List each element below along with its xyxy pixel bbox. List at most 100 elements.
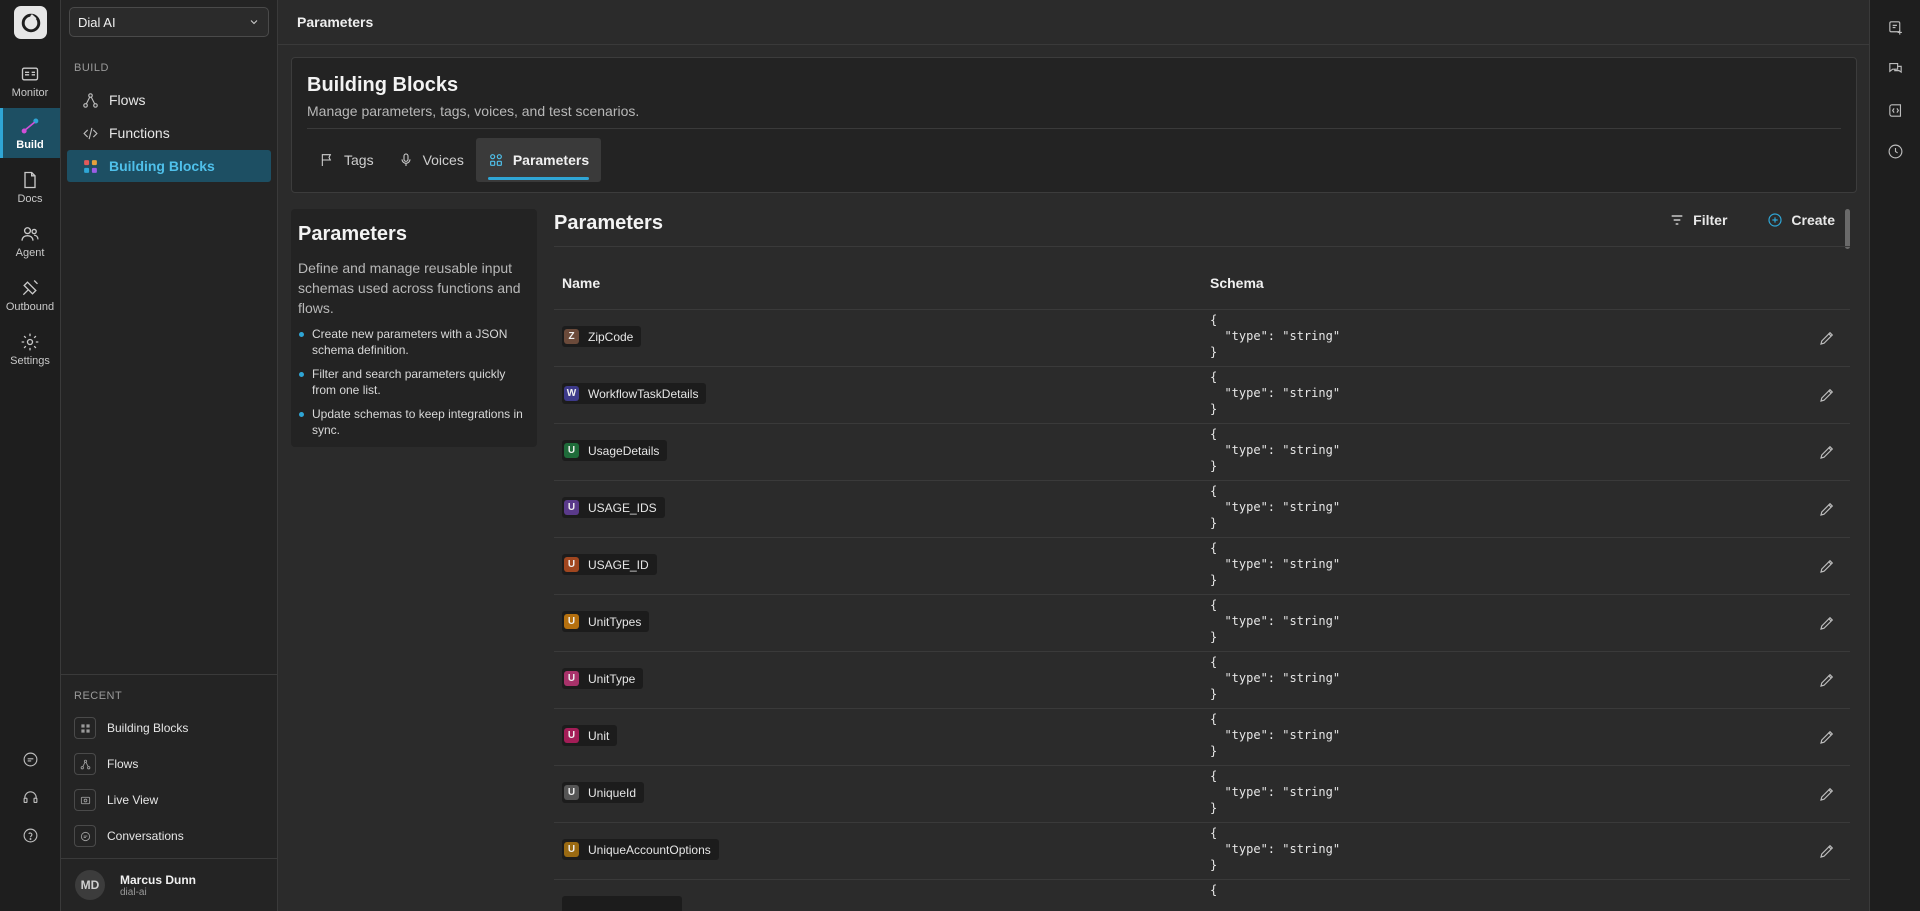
parameter-schema: { "type": "string" } [1210, 712, 1341, 758]
app-logo[interactable] [14, 6, 47, 39]
edit-pencil-icon[interactable] [1818, 671, 1836, 689]
filter-button[interactable]: Filter [1669, 212, 1727, 228]
filter-label: Filter [1693, 212, 1728, 228]
parameter-name-chip[interactable] [562, 896, 682, 911]
parameter-name: USAGE_IDS [588, 500, 657, 515]
tab-tags[interactable]: Tags [307, 138, 386, 182]
parameter-name-chip[interactable]: U UnitType [562, 668, 644, 689]
workspace-selector[interactable]: Dial AI [69, 7, 269, 37]
table-row[interactable]: U USAGE_IDS { "type": "string" } [554, 480, 1850, 537]
rail-chat-button[interactable] [0, 744, 60, 774]
right-rail-assistant-button[interactable] [1870, 12, 1920, 42]
header-divider [307, 128, 1841, 129]
sidebar-item-label: Flows [109, 92, 146, 108]
sidebar-item-functions[interactable]: Functions [67, 117, 271, 149]
rail-support-button[interactable] [0, 782, 60, 812]
rail-outbound-label: Outbound [5, 300, 55, 313]
recent-section-label: RECENT [74, 690, 123, 702]
rail-build[interactable]: Build [0, 108, 60, 158]
edit-pencil-icon[interactable] [1818, 386, 1836, 404]
parameter-letter-badge: U [564, 443, 579, 458]
parameter-name-chip[interactable]: U UniqueId [562, 782, 645, 803]
parameter-name: Unit [588, 728, 610, 743]
parameter-name-chip[interactable]: U USAGE_ID [562, 554, 657, 575]
rail-docs[interactable]: Docs [0, 162, 60, 212]
gear-icon [21, 333, 39, 350]
sidebar-item-flows[interactable]: Flows [67, 84, 271, 116]
rail-help-button[interactable] [0, 820, 60, 850]
parameter-name-chip[interactable]: U UniqueAccountOptions [562, 839, 719, 860]
edit-pencil-icon[interactable] [1818, 728, 1836, 746]
recent-item-conversations[interactable]: Conversations [74, 823, 264, 849]
user-profile[interactable]: MD Marcus Dunn dial-ai [75, 870, 196, 900]
recent-item-live-view[interactable]: Live View [74, 787, 264, 813]
edit-pencil-icon[interactable] [1818, 785, 1836, 803]
flag-icon [321, 154, 332, 166]
assistant-icon [1888, 20, 1902, 35]
parameter-name: UniqueAccountOptions [588, 842, 711, 857]
edit-pencil-icon[interactable] [1818, 842, 1836, 860]
edit-pencil-icon[interactable] [1818, 500, 1836, 518]
edit-pencil-icon[interactable] [1818, 329, 1836, 347]
recent-item-flows[interactable]: Flows [74, 751, 264, 777]
recent-icon-box [74, 753, 96, 775]
list-divider [554, 246, 1850, 247]
table-row[interactable]: W WorkflowTaskDetails { "type": "string" } [554, 366, 1850, 423]
filter-icon [1671, 215, 1683, 225]
table-row[interactable]: U UniqueAccountOptions { "type": "string" … [554, 822, 1850, 879]
table-row[interactable]: U UnitType { "type": "string" } [554, 651, 1850, 708]
tab-label: Parameters [512, 152, 590, 168]
flows-icon [83, 92, 98, 108]
table-row[interactable]: U UsageDetails { "type": "string" } [554, 423, 1850, 480]
right-rail-history-button[interactable] [1870, 136, 1920, 166]
tab-parameters[interactable]: Parameters [475, 138, 602, 182]
parameter-name-chip[interactable]: W WorkflowTaskDetails [562, 383, 707, 404]
rail-monitor[interactable]: Monitor [0, 56, 60, 106]
blocks-icon [80, 723, 90, 733]
parameter-schema: { "type": "string" } [1210, 655, 1341, 701]
right-rail-code-button[interactable] [1870, 95, 1920, 125]
edit-pencil-icon[interactable] [1818, 614, 1836, 632]
parameter-name: USAGE_ID [588, 557, 649, 572]
table-row[interactable]: U Unit { "type": "string" } [554, 708, 1850, 765]
column-header-schema[interactable]: Schema [1210, 275, 1264, 291]
parameter-letter-badge: Z [564, 329, 579, 344]
sidebar-item-building-blocks[interactable]: Building Blocks [67, 150, 271, 182]
table-row[interactable]: Z ZipCode { "type": "string" } [554, 309, 1850, 366]
table-row[interactable]: { [554, 879, 1850, 911]
rail-settings[interactable]: Settings [0, 324, 60, 374]
rail-outbound[interactable]: Outbound [0, 270, 60, 320]
chat-icon [80, 831, 90, 841]
info-bullet: Update schemas to keep integrations in s… [298, 406, 530, 438]
parameter-name: ZipCode [588, 329, 634, 344]
edit-pencil-icon[interactable] [1818, 557, 1836, 575]
tab-voices[interactable]: Voices [386, 138, 476, 182]
parameter-name-chip[interactable]: U UsageDetails [562, 440, 668, 461]
recent-icon-box [74, 825, 96, 847]
table-row[interactable]: U UnitTypes { "type": "string" } [554, 594, 1850, 651]
parameter-letter-badge: U [564, 842, 579, 857]
scrollbar[interactable] [1845, 209, 1850, 249]
create-button[interactable]: Create [1767, 212, 1835, 228]
edit-pencil-icon[interactable] [1818, 443, 1836, 461]
section-subtitle: Manage parameters, tags, voices, and tes… [307, 103, 640, 119]
create-label: Create [1791, 212, 1835, 228]
parameter-name-chip[interactable]: U Unit [562, 725, 618, 746]
parameter-name: UniqueId [588, 785, 637, 800]
table-row[interactable]: U USAGE_ID { "type": "string" } [554, 537, 1850, 594]
parameter-name-chip[interactable]: U UnitTypes [562, 611, 650, 632]
recent-icon-box [74, 717, 96, 739]
parameter-name-chip[interactable]: U USAGE_IDS [562, 497, 665, 518]
recent-icon-box [74, 789, 96, 811]
recent-item-building-blocks[interactable]: Building Blocks [74, 715, 264, 741]
parameter-name-chip[interactable]: Z ZipCode [562, 326, 642, 347]
chat-bubbles-icon [1888, 62, 1902, 73]
parameter-letter-badge: U [564, 671, 579, 686]
build-icon [21, 118, 39, 133]
right-rail-chat-button[interactable] [1870, 53, 1920, 83]
rail-agent[interactable]: Agent [0, 216, 60, 266]
info-title: Parameters [298, 223, 407, 245]
table-row[interactable]: U UniqueId { "type": "string" } [554, 765, 1850, 822]
column-header-name[interactable]: Name [562, 275, 600, 291]
blocks-icon [84, 159, 97, 173]
